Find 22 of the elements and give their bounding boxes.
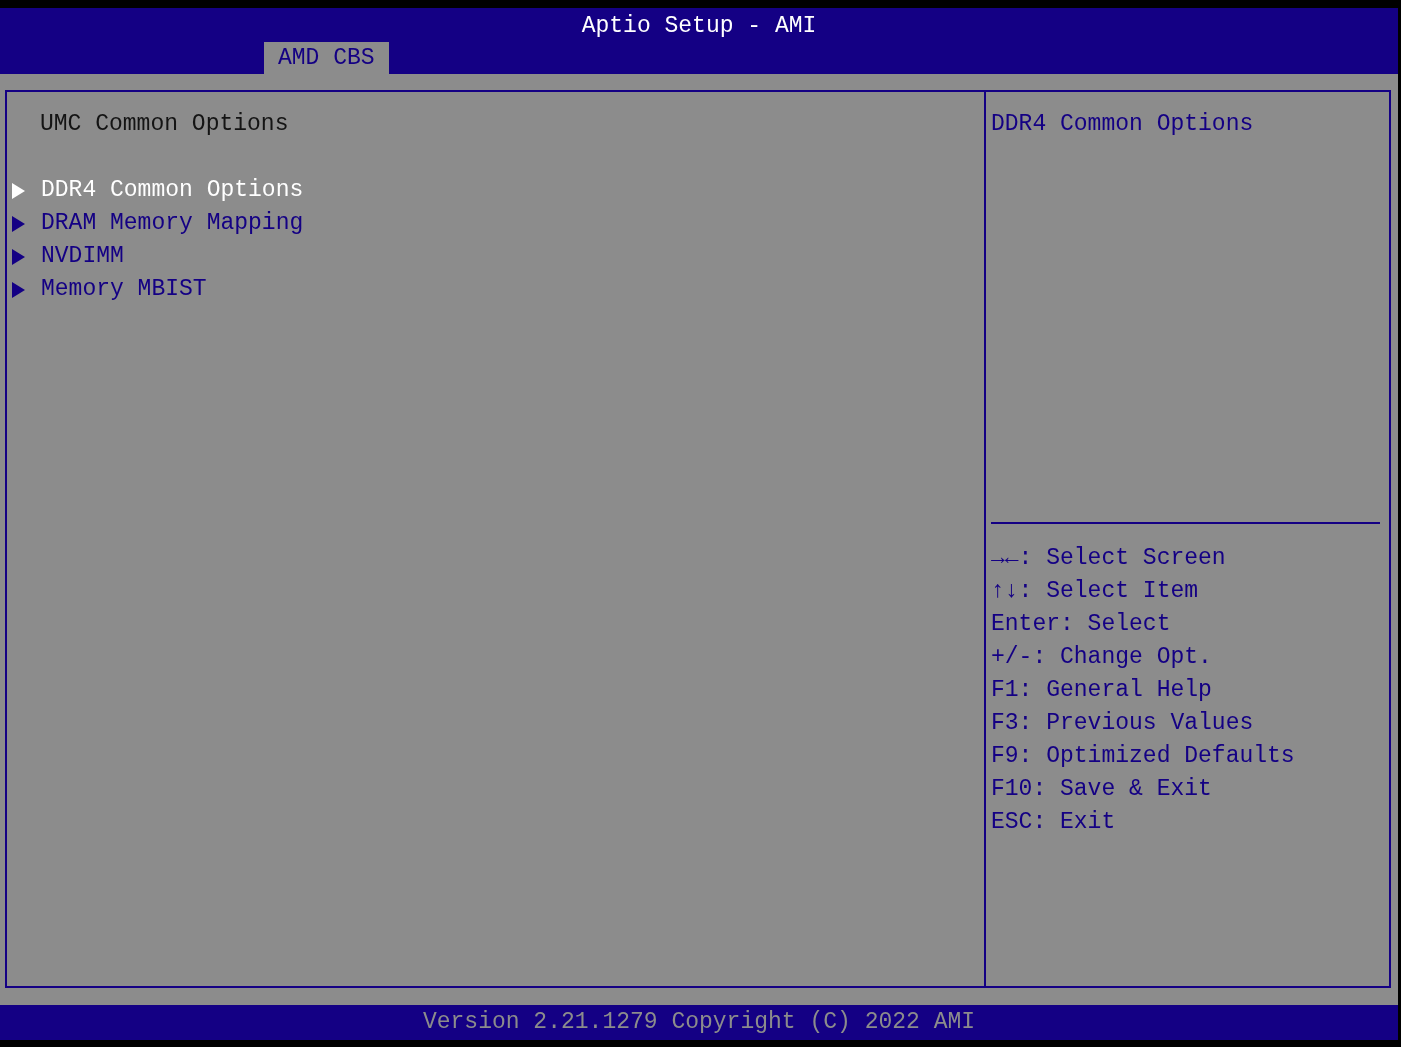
section-heading: UMC Common Options [40, 110, 289, 139]
menu-item[interactable]: NVDIMM [7, 240, 124, 273]
key-help-text: ESC: Exit [991, 808, 1116, 837]
key-help-text: F1: General Help [991, 676, 1212, 705]
submenu-triangle-icon [12, 281, 25, 298]
key-help-text: →←: Select Screen [991, 544, 1226, 573]
window-title: Aptio Setup - AMI [581, 12, 817, 41]
help-description: DDR4 Common Options [991, 110, 1254, 139]
menu-item[interactable]: DRAM Memory Mapping [7, 207, 304, 240]
submenu-triangle-icon [12, 182, 25, 199]
key-help-text: +/-: Change Opt. [991, 643, 1212, 672]
submenu-triangle-icon [12, 248, 25, 265]
key-help-text: Enter: Select [991, 610, 1171, 639]
key-help-text: F9: Optimized Defaults [991, 742, 1295, 771]
key-help-text: ↑↓: Select Item [991, 577, 1199, 606]
menu-item[interactable]: Memory MBIST [7, 273, 207, 306]
submenu-triangle-icon [12, 215, 25, 232]
copyright-text: Version 2.21.1279 Copyright (C) 2022 AMI [422, 1008, 976, 1037]
tab[interactable]: AMD CBS [264, 42, 389, 74]
menu-item[interactable]: DDR4 Common Options [7, 174, 304, 207]
key-help-text: F3: Previous Values [991, 709, 1254, 738]
key-help-text: F10: Save & Exit [991, 775, 1212, 804]
